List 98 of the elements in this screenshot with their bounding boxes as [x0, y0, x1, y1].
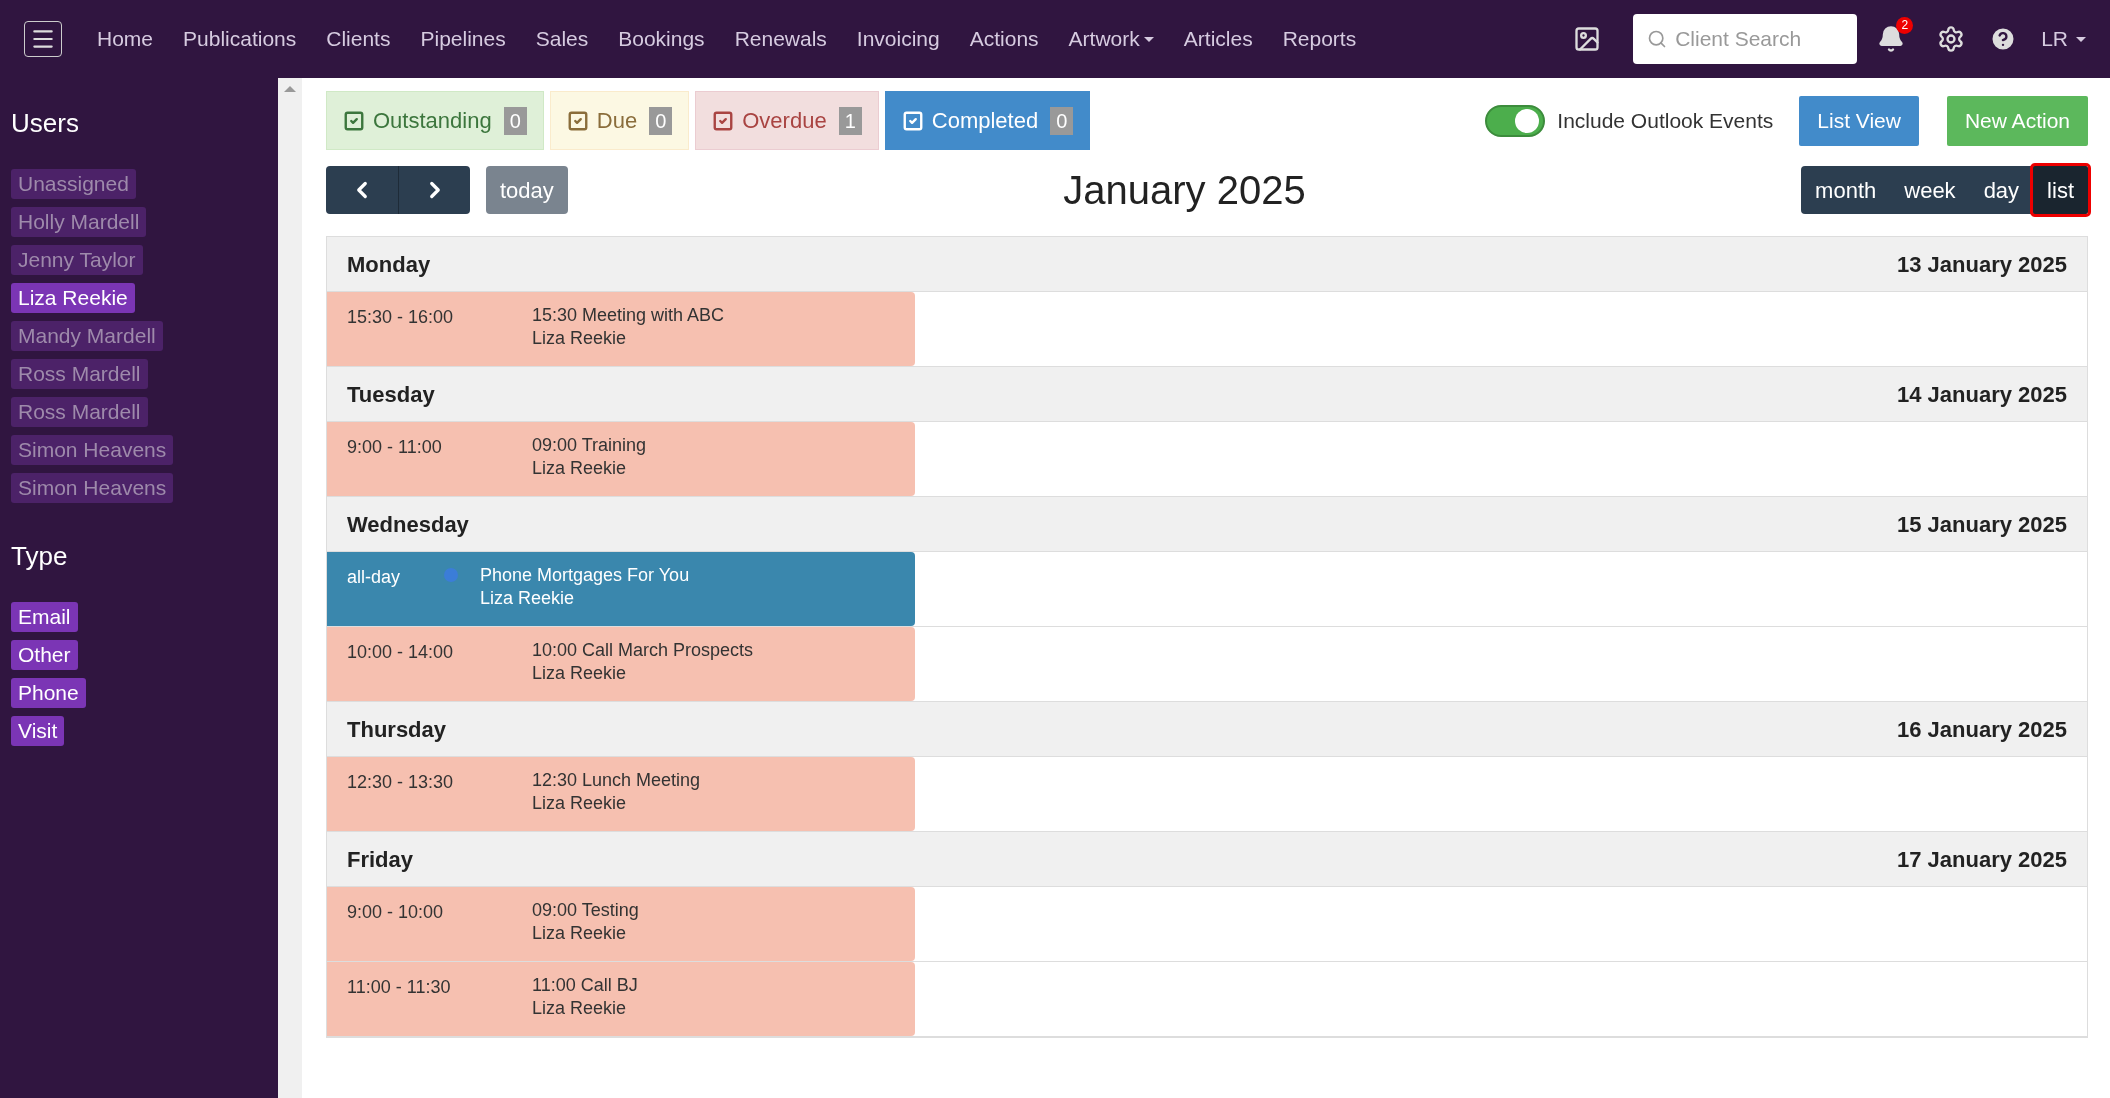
event-person: Liza Reekie: [532, 327, 628, 350]
count-badge: 0: [503, 106, 527, 135]
checkbox-icon: [343, 109, 365, 132]
status-filter-button[interactable]: Due 0: [549, 91, 690, 150]
calendar-title: January 2025: [1063, 167, 1306, 214]
user-filter-tag[interactable]: Liza Reekie: [11, 283, 135, 313]
count-badge: 1: [838, 106, 862, 135]
nav-link[interactable]: Articles: [1168, 23, 1268, 55]
section-title: Type: [11, 540, 69, 573]
event-row[interactable]: 11:00 - 11:30 11:00 Call BJ Liza Reekie: [327, 962, 915, 1036]
event-row[interactable]: 10:00 - 14:00 10:00 Call March Prospects Liza Reekie: [327, 627, 915, 701]
nav-link[interactable]: Sales: [520, 23, 604, 55]
user-filter-tag[interactable]: Simon Heavens: [11, 435, 174, 465]
type-filter-tag[interactable]: Visit: [11, 716, 65, 746]
weekday-label: Tuesday: [347, 380, 435, 409]
nav-link[interactable]: Clients: [311, 23, 406, 55]
event-title: 15:30 Meeting with ABC: [532, 304, 725, 327]
checkbox-icon: [712, 109, 735, 132]
event-title: 10:00 Call March Prospects: [532, 639, 754, 662]
weekday-label: Wednesday: [347, 510, 469, 539]
type-filter-tag[interactable]: Email: [11, 602, 78, 632]
checkbox-icon: [566, 109, 589, 132]
event-row[interactable]: all-day Phone Mortgages For You Liza Reekie: [327, 552, 915, 626]
caret-icon: [2076, 36, 2086, 42]
event-person: Liza Reekie: [532, 457, 628, 480]
event-title: 09:00 Training: [532, 434, 647, 457]
section-title: Users: [11, 107, 80, 140]
scrollbar[interactable]: [278, 78, 302, 1098]
nav-link[interactable]: Invoicing: [841, 23, 955, 55]
menu-button[interactable]: [24, 21, 62, 57]
event-title: 12:30 Lunch Meeting: [532, 769, 701, 792]
weekday-label: Monday: [347, 250, 431, 279]
event-person: Liza Reekie: [532, 997, 628, 1020]
event-time: all-day: [347, 566, 402, 589]
notification-count: 2: [1896, 17, 1914, 34]
status-filter-button[interactable]: Overdue 1: [695, 91, 879, 150]
event-time: 9:00 - 10:00: [347, 901, 445, 924]
user-filter-tag[interactable]: Jenny Taylor: [11, 245, 143, 275]
view-tab[interactable]: month: [1801, 166, 1891, 214]
date-label: 14 January 2025: [1896, 380, 2067, 409]
next-button[interactable]: [398, 166, 470, 214]
nav-link[interactable]: Home: [82, 23, 169, 55]
nav-link[interactable]: Publications: [168, 23, 312, 55]
view-tab[interactable]: week: [1890, 166, 1970, 214]
event-person: Liza Reekie: [532, 792, 628, 815]
event-title: Phone Mortgages For You: [480, 564, 690, 587]
event-time: 12:30 - 13:30: [347, 771, 455, 794]
status-filter-button[interactable]: Outstanding 0: [326, 91, 544, 150]
status-filter-button[interactable]: Completed 0: [884, 91, 1091, 150]
event-person: Liza Reekie: [480, 587, 576, 610]
toggle-switch[interactable]: [1485, 104, 1546, 137]
event-title: 11:00 Call BJ: [532, 974, 638, 997]
date-label: 17 January 2025: [1896, 845, 2067, 874]
user-filter-tag[interactable]: Ross Mardell: [11, 359, 148, 389]
event-row[interactable]: 12:30 - 13:30 12:30 Lunch Meeting Liza Reekie: [327, 757, 915, 831]
event-row[interactable]: 9:00 - 10:00 09:00 Testing Liza Reekie: [327, 887, 915, 961]
checkbox-icon: [901, 109, 924, 132]
user-menu[interactable]: LR: [2041, 23, 2086, 55]
event-person: Liza Reekie: [532, 662, 628, 685]
view-tab[interactable]: day: [1969, 166, 2034, 214]
event-row[interactable]: 9:00 - 11:00 09:00 Training Liza Reekie: [327, 422, 915, 496]
nav-link[interactable]: Pipelines: [405, 23, 521, 55]
type-filter-tag[interactable]: Other: [11, 640, 78, 670]
nav-link[interactable]: Reports: [1267, 23, 1372, 55]
type-filter-tag[interactable]: Phone: [11, 678, 86, 708]
weekday-label: Thursday: [347, 715, 447, 744]
event-person: Liza Reekie: [532, 922, 628, 945]
event-time: 11:00 - 11:30: [347, 976, 452, 999]
toggle-label: Include Outlook Events: [1557, 107, 1774, 134]
event-time: 9:00 - 11:00: [347, 436, 443, 459]
event-time: 15:30 - 16:00: [347, 306, 455, 329]
nav-link[interactable]: Artwork: [1053, 23, 1169, 55]
nav-link[interactable]: Renewals: [719, 23, 842, 55]
count-badge: 0: [649, 106, 673, 135]
event-title: 09:00 Testing: [532, 899, 639, 922]
date-label: 15 January 2025: [1896, 510, 2067, 539]
nav-link[interactable]: Actions: [954, 23, 1054, 55]
user-filter-tag[interactable]: Unassigned: [11, 169, 136, 199]
date-label: 13 January 2025: [1896, 250, 2067, 279]
today-button[interactable]: today: [486, 166, 568, 214]
list-view-button[interactable]: List View: [1799, 95, 1919, 146]
event-time: 10:00 - 14:00: [347, 641, 455, 664]
nav-link[interactable]: Bookings: [603, 23, 720, 55]
user-filter-tag[interactable]: Holly Mardell: [11, 207, 147, 237]
image-icon[interactable]: [1573, 25, 1602, 53]
event-row[interactable]: 15:30 - 16:00 15:30 Meeting with ABC Liza Reekie: [327, 292, 915, 366]
settings-icon[interactable]: [1937, 25, 1966, 53]
user-filter-tag[interactable]: Mandy Mardell: [11, 321, 163, 351]
count-badge: 0: [1050, 106, 1074, 135]
client-search-field[interactable]: Client Search: [1633, 14, 1858, 64]
search-icon: [1647, 29, 1668, 49]
previous-button[interactable]: [326, 166, 398, 214]
caret-icon: [1143, 36, 1154, 42]
view-tab[interactable]: list: [2033, 166, 2088, 214]
user-filter-tag[interactable]: Ross Mardell: [11, 397, 148, 427]
weekday-label: Friday: [347, 845, 414, 874]
date-label: 16 January 2025: [1896, 715, 2067, 744]
user-filter-tag[interactable]: Simon Heavens: [11, 473, 174, 503]
